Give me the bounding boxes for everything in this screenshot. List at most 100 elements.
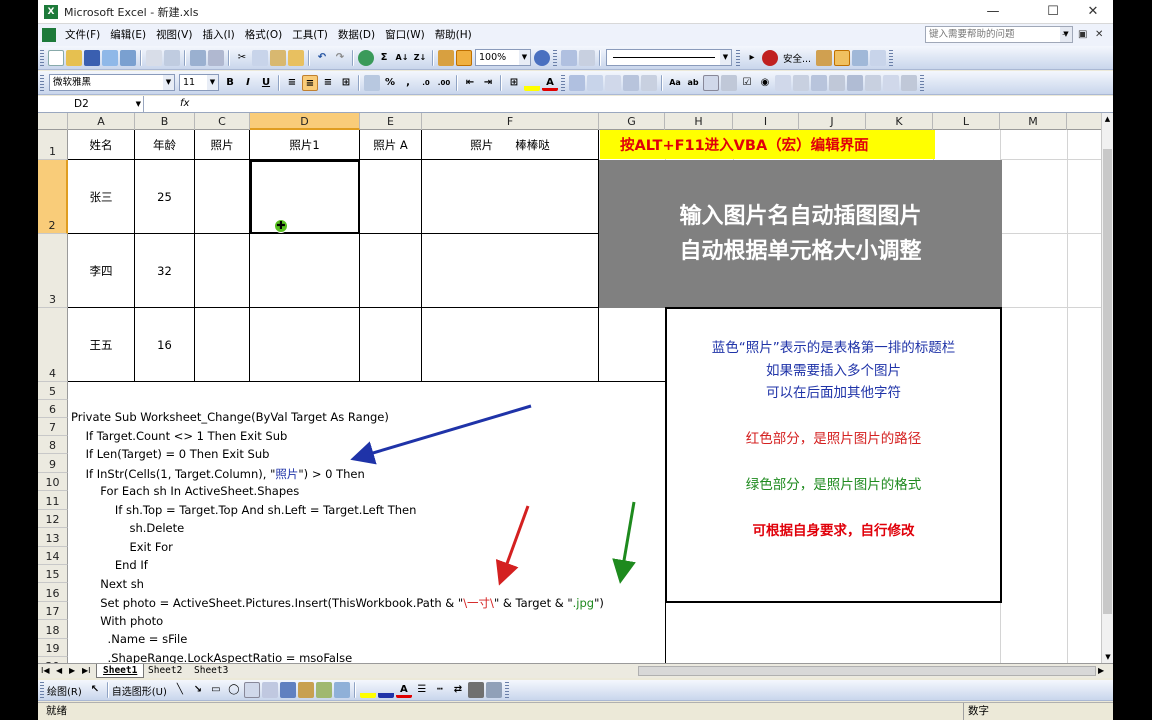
- record-icon[interactable]: [762, 49, 778, 66]
- arrow-style-icon[interactable]: ⇄: [450, 682, 466, 698]
- toolbar-grip[interactable]: [920, 74, 924, 91]
- ab-icon[interactable]: ab: [685, 75, 701, 91]
- column-header-m[interactable]: M: [1000, 113, 1067, 130]
- vba-editor-icon[interactable]: [816, 49, 833, 66]
- underline-icon[interactable]: U: [258, 75, 274, 91]
- column-header-i[interactable]: I: [733, 113, 799, 130]
- formula-input[interactable]: [198, 96, 1113, 112]
- column-header-l[interactable]: L: [933, 113, 1000, 130]
- toggle-grid-icon[interactable]: [883, 74, 899, 91]
- row-header-12[interactable]: 12: [38, 510, 68, 528]
- row-header-13[interactable]: 13: [38, 528, 68, 547]
- vertical-scrollbar[interactable]: ▲ ▼: [1101, 113, 1113, 663]
- workbook-icon[interactable]: [42, 28, 56, 42]
- font-name-select[interactable]: 微软雅黑 ▼: [49, 74, 175, 91]
- cell-a1[interactable]: 姓名: [68, 130, 135, 160]
- drawing-icon[interactable]: [456, 49, 472, 66]
- checkbox-icon[interactable]: ☑: [739, 75, 755, 91]
- save-icon[interactable]: [84, 49, 100, 66]
- cell-a4[interactable]: 王五: [68, 308, 135, 382]
- cell-a2[interactable]: 张三: [68, 160, 135, 234]
- shadow-icon[interactable]: [467, 682, 484, 698]
- align-center-icon[interactable]: ≡: [302, 74, 318, 91]
- new-icon[interactable]: [48, 49, 64, 66]
- column-header-c[interactable]: C: [195, 113, 250, 130]
- sheet-tab-1[interactable]: Sheet1: [96, 664, 145, 678]
- cell-f3[interactable]: [422, 234, 599, 308]
- dash-style-icon[interactable]: ┅: [432, 682, 448, 698]
- toolbar-grip[interactable]: [40, 74, 44, 91]
- wordart-icon[interactable]: [279, 682, 296, 698]
- toolbar-grip[interactable]: [40, 682, 44, 698]
- menu-tools[interactable]: 工具(T): [287, 24, 333, 46]
- sheet-tab-2[interactable]: Sheet2: [142, 664, 188, 678]
- chevron-down-icon[interactable]: ▼: [163, 75, 174, 90]
- vertical-scroll-thumb[interactable]: [1103, 149, 1112, 614]
- comma-style-icon[interactable]: ,: [400, 75, 416, 91]
- column-header-e[interactable]: E: [360, 113, 422, 130]
- form-edit-box-icon[interactable]: [587, 74, 603, 91]
- row-header-17[interactable]: 17: [38, 602, 68, 620]
- option-button-icon[interactable]: ◉: [757, 75, 773, 91]
- spelling-icon[interactable]: [190, 49, 206, 66]
- row-header-14[interactable]: 14: [38, 547, 68, 565]
- row-header-15[interactable]: 15: [38, 565, 68, 583]
- 3d-icon[interactable]: [485, 682, 502, 698]
- chevron-down-icon[interactable]: ▼: [207, 75, 218, 90]
- diagram-icon[interactable]: [297, 682, 314, 698]
- row-header-4[interactable]: 4: [38, 308, 68, 382]
- column-header-f[interactable]: F: [422, 113, 599, 130]
- cut-icon[interactable]: ✂: [234, 50, 250, 66]
- toolbar-grip[interactable]: [504, 682, 509, 698]
- form-label-icon[interactable]: [569, 74, 585, 91]
- rectangle-icon[interactable]: ▭: [208, 682, 224, 698]
- pen-icon[interactable]: [561, 49, 577, 66]
- row-header-8[interactable]: 8: [38, 436, 68, 454]
- picture-icon[interactable]: [333, 682, 350, 698]
- increase-decimal-icon[interactable]: .0: [418, 75, 434, 91]
- cell-b1[interactable]: 年龄: [135, 130, 195, 160]
- decrease-decimal-icon[interactable]: .00: [436, 75, 452, 91]
- title-shape[interactable]: 输入图片名自动插图图片 自动根据单元格大小调整: [599, 160, 1002, 308]
- chevron-down-icon[interactable]: ▼: [136, 96, 141, 112]
- copy-icon[interactable]: [252, 49, 268, 66]
- merge-center-icon[interactable]: ⊞: [338, 75, 354, 91]
- line-style-select[interactable]: ▼: [606, 49, 732, 66]
- print-icon[interactable]: [146, 49, 162, 66]
- script-editor-icon[interactable]: [870, 49, 887, 66]
- cell-b4[interactable]: 16: [135, 308, 195, 382]
- sheet-tab-3[interactable]: Sheet3: [188, 664, 234, 678]
- next-sheet-icon[interactable]: ▶: [69, 666, 75, 675]
- row-header-10[interactable]: 10: [38, 473, 68, 491]
- permission-icon[interactable]: [102, 49, 118, 66]
- fill-color-icon[interactable]: [524, 74, 540, 91]
- cell-b3[interactable]: 32: [135, 234, 195, 308]
- select-all-corner[interactable]: [38, 113, 68, 130]
- row-header-9[interactable]: 9: [38, 454, 68, 473]
- doc-restore-icon[interactable]: ▣: [1078, 24, 1087, 46]
- research-icon[interactable]: [208, 49, 224, 66]
- bold-icon[interactable]: B: [222, 75, 238, 91]
- currency-icon[interactable]: [364, 74, 380, 91]
- vertical-text-box-icon[interactable]: [261, 682, 278, 698]
- column-header-h[interactable]: H: [665, 113, 733, 130]
- open-icon[interactable]: [66, 49, 82, 66]
- clip-art-icon[interactable]: [315, 682, 332, 698]
- toolbar-grip[interactable]: [553, 49, 557, 66]
- align-right-icon[interactable]: ≡: [320, 75, 336, 91]
- column-header-k[interactable]: K: [866, 113, 933, 130]
- spinner-icon[interactable]: [829, 74, 845, 91]
- run-macro-icon[interactable]: ▸: [744, 50, 760, 66]
- scroll-bar-icon[interactable]: [811, 74, 827, 91]
- cell-f2[interactable]: [422, 160, 599, 234]
- doc-minimize-icon[interactable]: –: [1062, 24, 1067, 46]
- menu-format[interactable]: 格式(O): [240, 24, 287, 46]
- format-painter-icon[interactable]: [288, 49, 304, 66]
- minimize-button[interactable]: —: [973, 0, 1013, 24]
- line-icon[interactable]: ╲: [172, 682, 188, 698]
- cell-d2-selected[interactable]: [250, 160, 360, 234]
- toolbar-grip[interactable]: [736, 49, 740, 66]
- scroll-right-icon[interactable]: ▶: [1098, 666, 1104, 675]
- shape-fill-icon[interactable]: [359, 682, 376, 698]
- cell-d1[interactable]: 照片1: [250, 130, 360, 160]
